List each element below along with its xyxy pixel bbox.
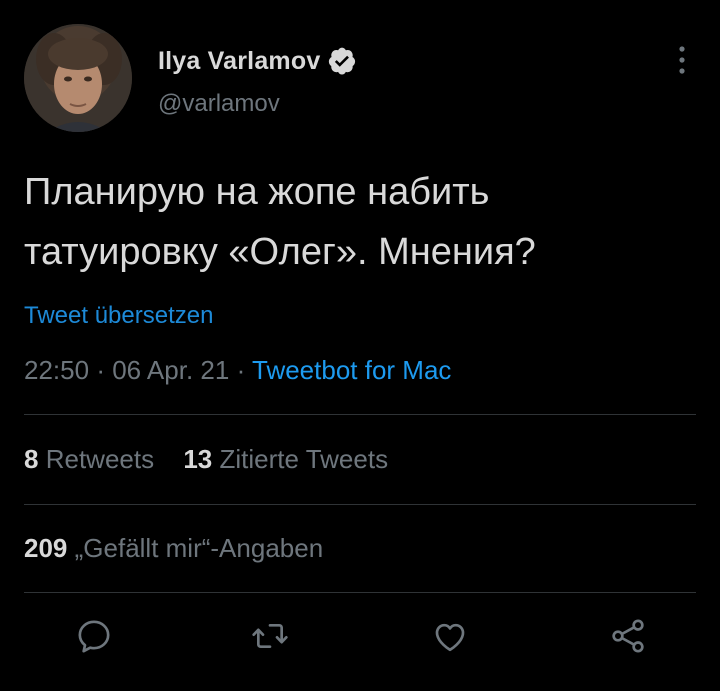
tweet-text-line: Планирую на жопе набить bbox=[24, 171, 490, 213]
share-icon bbox=[612, 619, 644, 653]
action-bar bbox=[0, 612, 720, 672]
verified-badge-icon bbox=[327, 46, 357, 76]
display-name[interactable]: Ilya Varlamov bbox=[158, 47, 320, 76]
avatar-portrait-icon bbox=[24, 24, 132, 132]
share-button[interactable] bbox=[604, 612, 652, 660]
translate-tweet-link[interactable]: Tweet übersetzen bbox=[24, 302, 213, 330]
like-icon bbox=[435, 623, 465, 652]
tweet-header: Ilya Varlamov @varlamov bbox=[24, 24, 696, 134]
likes-stats-row: 209 „Gefällt mir“-Angaben bbox=[24, 533, 345, 564]
retweets-stat[interactable]: 8 Retweets bbox=[24, 444, 161, 474]
quotes-stat[interactable]: 13 Zitierte Tweets bbox=[183, 444, 388, 474]
likes-stat[interactable]: 209 „Gefällt mir“-Angaben bbox=[24, 533, 323, 563]
name-row: Ilya Varlamov bbox=[158, 44, 357, 78]
quotes-label: Zitierte Tweets bbox=[219, 444, 389, 474]
retweet-button[interactable] bbox=[246, 612, 294, 660]
more-options-icon[interactable] bbox=[672, 42, 692, 78]
likes-count: 209 bbox=[24, 533, 68, 563]
quotes-count: 13 bbox=[183, 444, 213, 474]
divider bbox=[24, 414, 696, 415]
tweet-text: Планирую на жопе набить татуировку «Олег… bbox=[24, 162, 684, 282]
handle[interactable]: @varlamov bbox=[158, 90, 280, 118]
likes-label: „Gefällt mir“-Angaben bbox=[74, 533, 324, 563]
meta-separator: · bbox=[96, 355, 105, 385]
meta-separator: · bbox=[236, 355, 246, 385]
like-button[interactable] bbox=[426, 612, 474, 660]
tweet-source-link[interactable]: Tweetbot for Mac bbox=[252, 355, 451, 385]
reply-icon bbox=[78, 620, 110, 653]
retweets-label: Retweets bbox=[45, 444, 155, 474]
tweet-meta: 22:50 · 06 Apr. 21 · Tweetbot for Mac bbox=[24, 355, 451, 386]
retweets-count: 8 bbox=[24, 444, 39, 474]
avatar[interactable] bbox=[24, 24, 132, 132]
tweet-text-line: татуировку «Олег». Мнения? bbox=[24, 231, 536, 273]
divider bbox=[24, 592, 696, 593]
reply-button[interactable] bbox=[70, 612, 118, 660]
divider bbox=[24, 504, 696, 505]
tweet-time[interactable]: 22:50 bbox=[24, 355, 89, 385]
retweet-icon bbox=[252, 624, 288, 648]
retweet-stats-row: 8 Retweets 13 Zitierte Tweets bbox=[24, 444, 410, 475]
tweet-date[interactable]: 06 Apr. 21 bbox=[112, 355, 229, 385]
tweet-detail: Ilya Varlamov @varlamov Планирую на жопе… bbox=[0, 0, 720, 691]
